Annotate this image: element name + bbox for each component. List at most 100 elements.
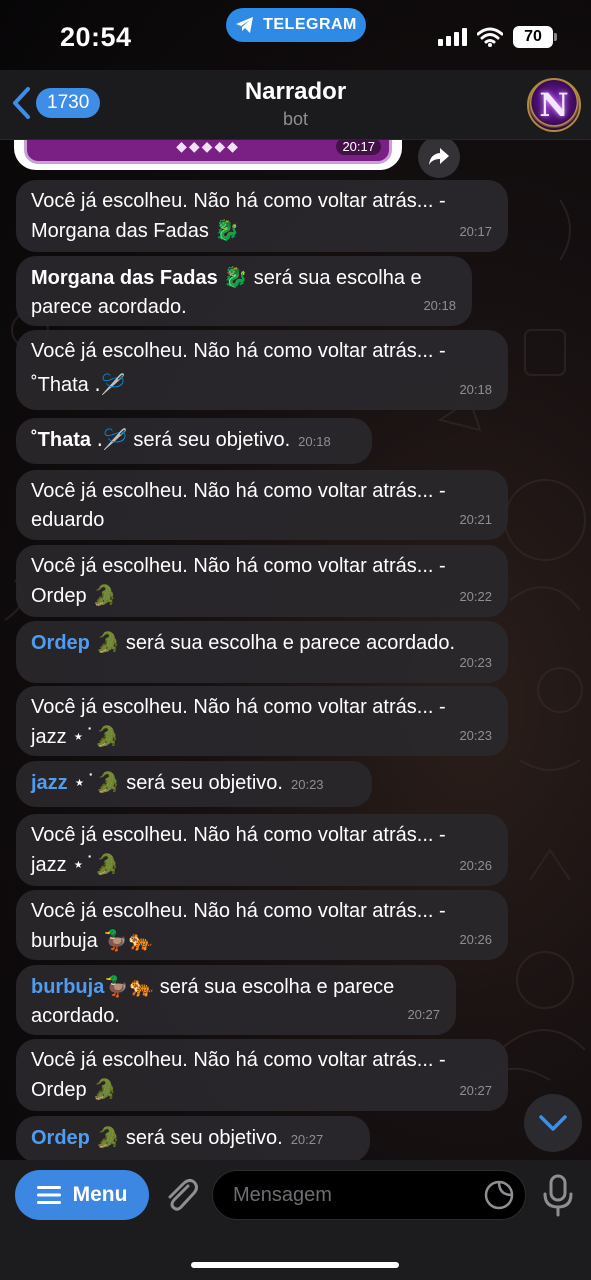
message-text: Você já escolheu. Não há como voltar atr… <box>31 696 446 718</box>
menu-button-label: Menu <box>72 1183 128 1206</box>
message-time: 20:23 <box>459 728 492 743</box>
microphone-icon[interactable] <box>540 1174 576 1218</box>
message-bubble[interactable]: Você já escolheu. Não há como voltar atr… <box>16 180 508 252</box>
message-text: Você já escolheu. Não há como voltar atr… <box>31 900 446 922</box>
status-bar: 20:54 TELEGRAM 70 <box>0 0 591 70</box>
emoji: 🦆🐅 <box>104 974 155 998</box>
message-time: 20:27 <box>290 1132 324 1147</box>
message-time: 20:18 <box>298 434 331 449</box>
telegram-icon <box>236 17 254 33</box>
message-mention: Ordep <box>31 1079 87 1101</box>
emoji: 🦆🐅 <box>103 928 154 952</box>
message-bubble[interactable]: Morgana das Fadas 🐉 será sua escolha e p… <box>16 256 472 326</box>
chevron-down-icon <box>539 1115 567 1131</box>
message-time: 20:18 <box>459 382 492 397</box>
message-time: 20:17 <box>336 140 381 155</box>
battery-icon: 70 <box>513 26 557 48</box>
message-text: será sua escolha e parece acordado. <box>120 632 456 654</box>
message-list[interactable]: ◆◆◆◆◆ 20:17 Você já escolheu. Não há com… <box>0 140 591 1160</box>
emoji: .🪡 <box>94 372 126 396</box>
message-time: 20:26 <box>459 932 492 947</box>
paperclip-icon[interactable] <box>160 1174 202 1216</box>
emoji: 🐊 <box>95 1125 121 1149</box>
message-text: será seu objetivo. <box>120 772 283 794</box>
message-time: 20:18 <box>423 298 456 313</box>
back-button[interactable]: 1730 <box>10 86 101 120</box>
message-line: Morgana das Fadas 🐉 <box>31 216 492 246</box>
forward-button[interactable] <box>418 140 460 178</box>
emoji: 🐊 <box>92 583 118 607</box>
message-mention[interactable]: Ordep <box>31 1127 90 1149</box>
emoji: ⋆˙🐊 <box>72 852 120 876</box>
message-text: será seu objetivo. <box>120 1127 283 1149</box>
message-text: Você já escolheu. Não há como voltar atr… <box>31 824 446 846</box>
scroll-to-bottom-button[interactable] <box>524 1094 582 1152</box>
message-line: ˚Thata .🪡 será seu objetivo. 20:18 <box>31 425 356 456</box>
message-line: Ordep 🐊 <box>31 1075 492 1105</box>
hamburger-icon <box>36 1186 61 1204</box>
wifi-icon <box>477 27 503 47</box>
message-input[interactable] <box>212 1170 526 1220</box>
message-text: será sua escolha e <box>248 267 422 289</box>
message-line: Morgana das Fadas 🐉 será sua escolha e <box>31 263 456 293</box>
emoji: 🐊 <box>95 630 121 654</box>
home-indicator[interactable] <box>191 1262 399 1268</box>
message-bubble[interactable]: Ordep 🐊 será sua escolha e parece acorda… <box>16 621 508 683</box>
status-time: 20:54 <box>60 22 132 52</box>
message-bubble[interactable]: ˚Thata .🪡 será seu objetivo. 20:18 <box>16 418 372 464</box>
share-arrow-icon <box>429 148 449 165</box>
message-text: Você já escolheu. Não há como voltar atr… <box>31 1049 446 1071</box>
message-mention: eduardo <box>31 509 105 531</box>
message-mention: burbuja <box>31 930 98 952</box>
message-bubble[interactable]: Você já escolheu. Não há como voltar atr… <box>16 890 508 960</box>
message-time: 20:17 <box>459 224 492 239</box>
message-bubble[interactable]: Você já escolheu. Não há como voltar atr… <box>16 686 508 756</box>
media-message[interactable]: ◆◆◆◆◆ 20:17 <box>14 140 402 170</box>
message-bubble[interactable]: Você já escolheu. Não há como voltar atr… <box>16 470 508 540</box>
message-mention: ˚Thata <box>31 374 89 396</box>
message-time: 20:23 <box>291 777 324 792</box>
message-mention[interactable]: Ordep <box>31 632 90 654</box>
message-bubble[interactable]: Ordep 🐊 será seu objetivo. 20:27 <box>16 1116 370 1160</box>
emoji: 🐉 <box>214 218 240 242</box>
message-line: Ordep 🐊 será seu objetivo. 20:27 <box>31 1123 354 1154</box>
message-mention: Morgana das Fadas <box>31 267 218 289</box>
emoji: 🐉 <box>223 265 249 289</box>
message-line: burbuja🦆🐅 será sua escolha e parece <box>31 972 440 1002</box>
emoji: ⋆˙🐊 <box>73 770 121 794</box>
message-bubble[interactable]: Você já escolheu. Não há como voltar atr… <box>16 330 508 410</box>
avatar[interactable]: N <box>527 78 581 132</box>
emoji: 🐊 <box>92 1077 118 1101</box>
telegram-pill-label: TELEGRAM <box>263 16 357 33</box>
message-text: acordado. <box>31 1005 120 1027</box>
media-image[interactable]: ◆◆◆◆◆ 20:17 <box>24 140 392 164</box>
menu-button[interactable]: Menu <box>15 1170 149 1220</box>
message-time: 20:27 <box>407 1007 440 1022</box>
emoji: .🪡 <box>96 427 128 451</box>
message-mention: ˚Thata <box>31 429 91 451</box>
sticker-icon[interactable] <box>483 1179 515 1211</box>
message-bubble[interactable]: Você já escolheu. Não há como voltar atr… <box>16 1039 508 1111</box>
message-mention[interactable]: jazz <box>31 772 68 794</box>
message-text: Você já escolheu. Não há como voltar atr… <box>31 340 446 362</box>
message-bubble[interactable]: Você já escolheu. Não há como voltar atr… <box>16 545 508 617</box>
message-line: jazz ⋆˙🐊 <box>31 850 492 880</box>
message-mention[interactable]: burbuja <box>31 976 104 998</box>
message-mention: jazz <box>31 854 67 876</box>
message-bubble[interactable]: Você já escolheu. Não há como voltar atr… <box>16 814 508 886</box>
message-line: jazz ⋆˙🐊 será seu objetivo. 20:23 <box>31 768 356 799</box>
message-mention: Ordep <box>31 585 87 607</box>
message-time: 20:22 <box>459 589 492 604</box>
message-bubble[interactable]: jazz ⋆˙🐊 será seu objetivo. 20:23 <box>16 761 372 807</box>
message-mention: jazz <box>31 726 67 748</box>
media-ornament: ◆◆◆◆◆ <box>176 140 240 154</box>
message-text: Você já escolheu. Não há como voltar atr… <box>31 555 446 577</box>
message-bubble[interactable]: burbuja🦆🐅 será sua escolha e parece acor… <box>16 965 456 1035</box>
message-line: Ordep 🐊 será sua escolha e parece acorda… <box>31 628 492 658</box>
chat-header: Narrador bot 1730 N <box>0 70 591 140</box>
telegram-pill[interactable]: TELEGRAM <box>226 8 366 42</box>
message-time: 20:26 <box>459 858 492 873</box>
message-line: ˚Thata .🪡 <box>31 370 492 400</box>
message-line: jazz ⋆˙🐊 <box>31 722 492 752</box>
emoji: ⋆˙🐊 <box>72 724 120 748</box>
